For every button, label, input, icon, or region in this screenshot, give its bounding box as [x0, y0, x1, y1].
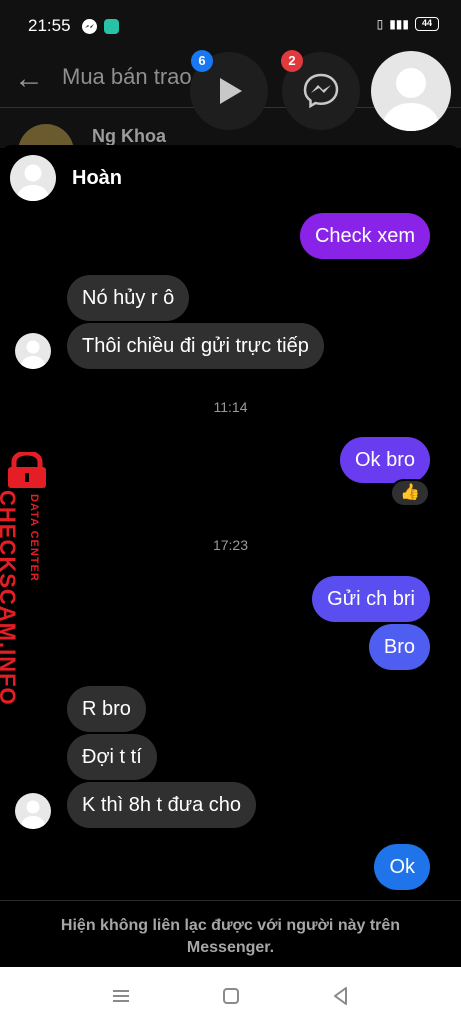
- contact-name[interactable]: Hoàn: [72, 167, 122, 190]
- notification-badge: 6: [191, 50, 213, 72]
- incoming-message[interactable]: K thì 8h t đưa cho: [67, 782, 257, 828]
- outgoing-message[interactable]: Ok: [374, 844, 430, 890]
- incoming-message[interactable]: Nó hủy r ô: [67, 275, 190, 321]
- play-icon: [220, 78, 242, 104]
- outgoing-message[interactable]: Bro: [368, 624, 430, 670]
- home-icon[interactable]: [220, 985, 242, 1007]
- reaction-thumbs-up-icon[interactable]: 👍: [390, 479, 430, 507]
- lock-icon: [8, 452, 46, 488]
- sender-avatar: [15, 333, 51, 369]
- status-time: 21:55: [28, 16, 71, 35]
- navigation-bar: [0, 967, 461, 1024]
- sender-avatar: [15, 793, 51, 829]
- contact-avatar[interactable]: [10, 155, 56, 201]
- chat-panel: Hoàn Check xem Nó hủy r ô Thôi chiều đi …: [0, 145, 461, 967]
- incoming-message[interactable]: Đợi t tí: [67, 734, 157, 780]
- messenger-notification-icon: [82, 19, 97, 34]
- menu-icon[interactable]: [110, 985, 132, 1007]
- user-icon: [16, 164, 50, 201]
- signal-icon: ▮▮▮: [389, 17, 409, 31]
- incoming-message[interactable]: R bro: [67, 686, 146, 732]
- outgoing-message[interactable]: Gửi ch bri: [312, 576, 430, 622]
- vibrate-icon: ▯: [376, 17, 384, 31]
- status-indicators: ▯ ▮▮▮ 44: [377, 17, 439, 31]
- background-name: Ng Khoa: [92, 126, 166, 146]
- timestamp: 17:23: [212, 537, 249, 553]
- back-arrow-icon[interactable]: ←: [14, 62, 44, 96]
- user-icon: [381, 68, 441, 131]
- user-icon: [20, 800, 46, 829]
- battery-icon: 44: [415, 17, 439, 31]
- timestamp: 11:14: [213, 399, 248, 415]
- outgoing-message[interactable]: Check xem: [299, 213, 430, 259]
- contact-chat-head[interactable]: [371, 51, 451, 131]
- notice-text: Hiện không liên lạc được với người này t…: [60, 917, 401, 956]
- messenger-icon: [303, 73, 339, 109]
- unavailable-notice: Hiện không liên lạc được với người này t…: [0, 900, 461, 967]
- incoming-message[interactable]: Thôi chiều đi gửi trực tiếp: [67, 323, 324, 369]
- watermark-brand: CHECKSCAM.INFO: [0, 490, 20, 706]
- user-icon: [20, 340, 46, 369]
- watermark-subtitle: DATA CENTER: [28, 494, 40, 582]
- app-notification-icon: [104, 19, 119, 34]
- notification-badge: 2: [281, 50, 303, 72]
- back-icon[interactable]: [330, 985, 352, 1007]
- status-bar: 21:55 ▯ ▮▮▮ 44: [0, 0, 461, 56]
- outgoing-message[interactable]: Ok bro: [339, 437, 430, 483]
